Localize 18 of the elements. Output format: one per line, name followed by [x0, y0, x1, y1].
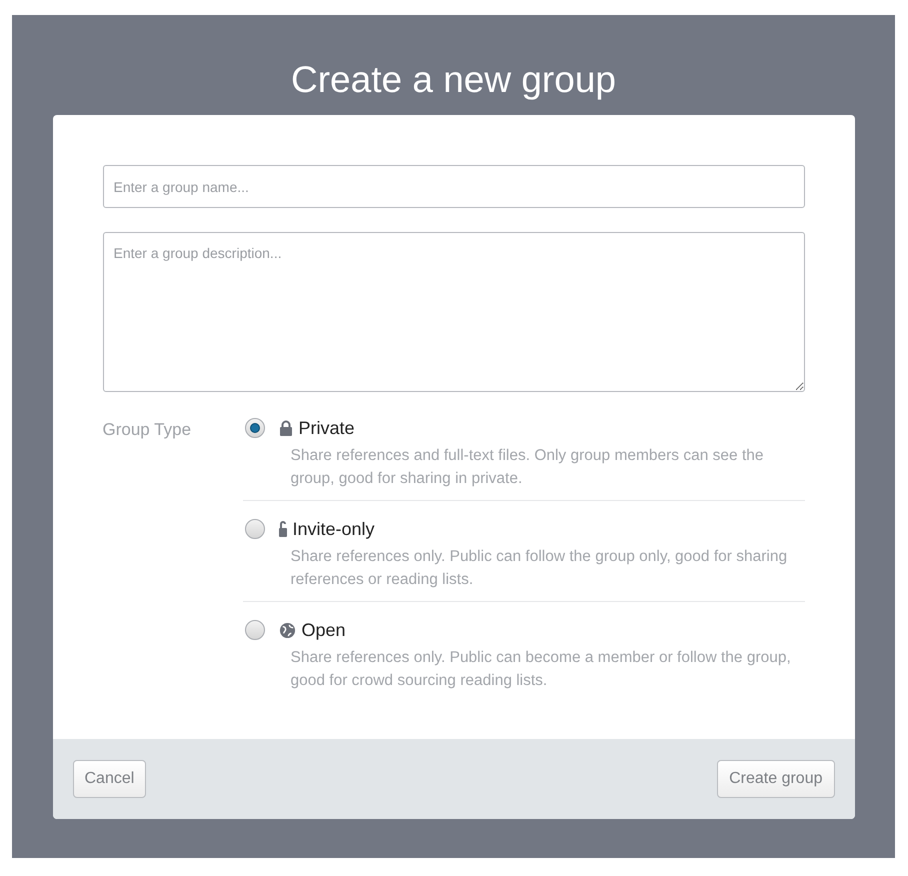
option-label: Invite-only: [292, 518, 375, 541]
option-label: Open: [302, 619, 346, 642]
dialog-title: Create a new group: [291, 58, 616, 102]
radio-button[interactable]: [244, 519, 264, 539]
radio-button[interactable]: [244, 418, 264, 438]
option-description: Share references only. Public can become a member or follow the group, good for crowd sourcing reading lists.: [290, 648, 792, 691]
option-label: Private: [298, 417, 355, 440]
cancel-button[interactable]: Cancel: [72, 760, 146, 798]
group-name-field[interactable]: Enter a group name...: [102, 165, 804, 208]
group-type-label: Group Type: [102, 419, 192, 441]
create-group-button[interactable]: Create group: [717, 760, 834, 798]
option-description: Share references and full-text files. Only group members can see the group, good for sharing in private.: [290, 446, 764, 489]
group-description-field[interactable]: Enter a group description...: [102, 232, 804, 392]
lock-icon: [278, 420, 292, 436]
option-description: Share references only. Public can follow the group only, good for sharing references or reading lists.: [290, 547, 788, 590]
lock-icon: [278, 521, 286, 537]
globe-icon: [278, 622, 296, 638]
radio-button[interactable]: [244, 620, 264, 640]
